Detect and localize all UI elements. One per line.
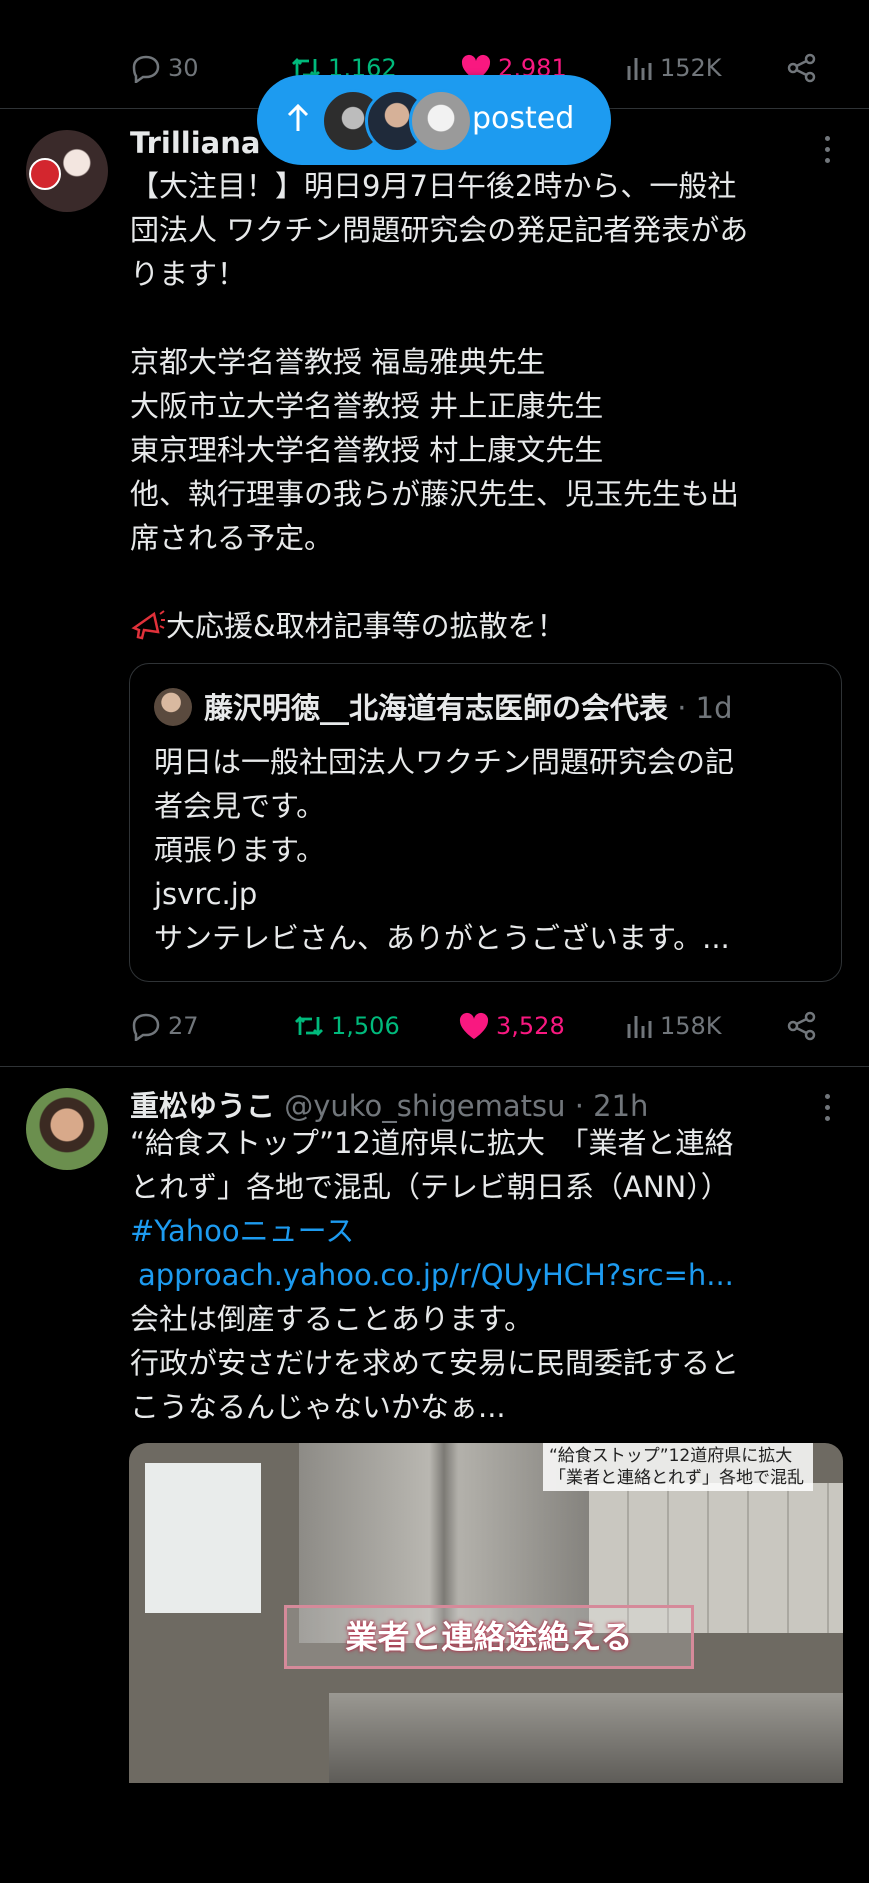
tweet-header: Trilliana xyxy=(130,126,260,160)
reply-count: 27 xyxy=(168,1012,199,1040)
tweet-media-image[interactable]: “給食ストップ”12道府県に拡大 「業者と連絡とれず」各地で混乱 業者と連絡途絶… xyxy=(129,1443,843,1783)
share-button[interactable] xyxy=(786,1006,818,1046)
text-line-megaphone: 大応援&取材記事等の拡散を！ xyxy=(130,604,840,648)
repost-count: 1,506 xyxy=(331,1012,400,1040)
like-button[interactable]: 3,528 xyxy=(458,1006,565,1046)
tweet-text: 【大注目！】明日9月7日午後2時から、一般社 団法人 ワクチン問題研究会の発足記… xyxy=(130,164,840,648)
text-line: 京都大学名誉教授 福島雅典先生 xyxy=(130,345,546,379)
text-line: 他、執行理事の我らが藤沢先生、児玉先生も出 xyxy=(130,477,740,511)
repost-icon xyxy=(295,1016,323,1036)
reply-count: 30 xyxy=(168,54,199,82)
url-link[interactable]: approach.yahoo.co.jp/r/QUyHCH?src=h... xyxy=(130,1253,840,1297)
text-line: 会社は倒産することあります。 xyxy=(130,1302,534,1336)
views-icon xyxy=(627,1016,652,1038)
display-name[interactable]: 重松ゆうこ xyxy=(130,1089,275,1123)
quote-tweet[interactable]: 藤沢明徳__北海道有志医師の会代表 · 1d 明日は一般社団法人ワクチン問題研究… xyxy=(129,663,842,982)
share-button[interactable] xyxy=(786,48,818,88)
text-line: 団法人 ワクチン問題研究会の発足記者発表があ xyxy=(130,213,749,247)
quote-time: · 1d xyxy=(677,691,733,725)
sink-region xyxy=(329,1693,843,1783)
reply-icon xyxy=(132,1013,160,1041)
hashtag-link[interactable]: #Yahooニュース xyxy=(130,1209,840,1253)
text-line: 大阪市立大学名誉教授 井上正康先生 xyxy=(130,389,604,423)
timestamp[interactable]: · 21h xyxy=(575,1089,649,1123)
more-icon xyxy=(825,136,830,141)
text-line: 大応援&取材記事等の拡散を！ xyxy=(166,609,566,643)
views-count: 158K xyxy=(660,1012,722,1040)
new-posts-pill[interactable]: posted xyxy=(257,75,611,165)
text-line: ります！ xyxy=(130,257,247,291)
share-icon xyxy=(787,53,816,83)
reply-button[interactable]: 30 xyxy=(130,48,199,88)
tweet-text: “給食ストップ”12道府県に拡大 「業者と連絡 とれず」各地で混乱（テレビ朝日系… xyxy=(130,1121,840,1429)
news-caption: 業者と連絡途絶える xyxy=(284,1605,694,1669)
views-button[interactable]: 152K xyxy=(624,48,722,88)
divider xyxy=(0,1066,869,1067)
window-region xyxy=(145,1463,261,1613)
text-line: こうなるんじゃないかなぁ... xyxy=(130,1390,506,1424)
like-count: 3,528 xyxy=(496,1012,565,1040)
text-line: “給食ストップ”12道府県に拡大 「業者と連絡 xyxy=(130,1126,734,1160)
reply-button[interactable]: 27 xyxy=(130,1006,199,1046)
share-icon xyxy=(787,1011,816,1041)
tweet-action-row: 27 1,506 3,528 158K xyxy=(130,1006,840,1046)
views-icon xyxy=(627,58,652,80)
repost-button[interactable]: 1,506 xyxy=(293,1006,400,1046)
avatar xyxy=(409,89,473,153)
new-posts-label: posted xyxy=(472,101,575,136)
text-line: 行政が安さだけを求めて安易に民間委託すると xyxy=(130,1346,740,1380)
stop-badge-icon xyxy=(29,158,61,190)
text-line: とれず」各地で混乱（テレビ朝日系（ANN）） xyxy=(130,1170,730,1204)
quote-display-name: 藤沢明徳__北海道有志医師の会代表 xyxy=(204,691,669,725)
arrow-up-icon xyxy=(287,103,309,131)
text-line: 頑張ります。 xyxy=(154,833,326,867)
handle[interactable]: @yuko_shigematsu xyxy=(284,1089,565,1123)
display-name[interactable]: Trilliana xyxy=(130,126,260,160)
more-icon xyxy=(825,1094,830,1099)
text-line: サンテレビさん、ありがとうございます。... xyxy=(154,921,730,955)
text-line: 【大注目！】明日9月7日午後2時から、一般社 xyxy=(130,169,737,203)
views-count: 152K xyxy=(660,54,722,82)
text-line: jsvrc.jp xyxy=(154,877,258,911)
text-line: 東京理科大学名誉教授 村上康文先生 xyxy=(130,433,604,467)
avatar[interactable] xyxy=(26,1088,108,1170)
avatar xyxy=(154,688,192,726)
news-overlay: “給食ストップ”12道府県に拡大 「業者と連絡とれず」各地で混乱 xyxy=(543,1443,813,1491)
like-icon xyxy=(459,1012,489,1039)
overlay-line: “給食ストップ”12道府県に拡大 xyxy=(549,1446,793,1466)
text-line: 席される予定。 xyxy=(130,521,334,555)
quote-text: 明日は一般社団法人ワクチン問題研究会の記 者会見です。 頑張ります。 jsvrc… xyxy=(154,740,834,960)
views-button[interactable]: 158K xyxy=(624,1006,722,1046)
megaphone-icon xyxy=(131,610,165,640)
text-line: 明日は一般社団法人ワクチン問題研究会の記 xyxy=(154,745,735,779)
text-line: 者会見です。 xyxy=(154,789,326,823)
avatar[interactable] xyxy=(26,130,108,212)
tweet-header: 重松ゆうこ @yuko_shigematsu · 21h xyxy=(130,1083,648,1125)
reply-icon xyxy=(132,55,160,83)
overlay-line: 「業者と連絡とれず」各地で混乱 xyxy=(549,1468,804,1488)
quote-header: 藤沢明徳__北海道有志医師の会代表 · 1d xyxy=(204,685,733,727)
